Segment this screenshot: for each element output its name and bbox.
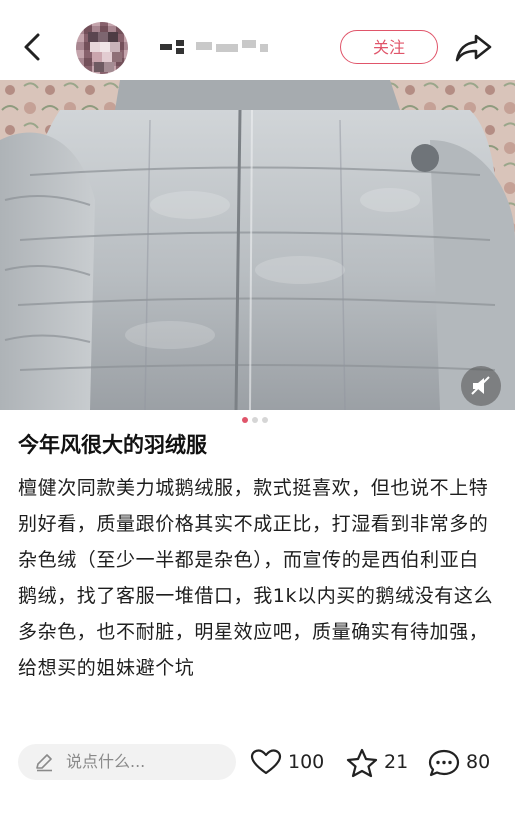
image-pager (0, 414, 515, 426)
avatar[interactable] (76, 22, 128, 74)
comment-input[interactable]: 说点什么... (18, 744, 236, 780)
mute-button[interactable] (461, 366, 501, 406)
username-blurred[interactable] (160, 38, 270, 56)
heart-icon (250, 749, 282, 775)
favorite-count: 21 (384, 751, 409, 773)
star-icon (346, 748, 378, 778)
follow-button[interactable]: 关注 (340, 30, 438, 64)
top-bar: 关注 (0, 0, 515, 80)
pager-dot (252, 417, 258, 423)
comment-bubble-icon (428, 749, 460, 777)
post-image[interactable] (0, 80, 515, 410)
post-title: 今年风很大的羽绒服 (18, 433, 207, 457)
share-icon[interactable] (454, 30, 494, 64)
like-button[interactable]: 100 (250, 744, 330, 780)
like-count: 100 (288, 751, 325, 773)
jacket-photo (0, 80, 515, 410)
post-body: 檀健次同款美力城鹅绒服，款式挺喜欢，但也说不上特别好看，质量跟价格其实不成正比，… (18, 477, 494, 679)
pager-dot-active (242, 417, 248, 423)
pager-dot (262, 417, 268, 423)
mute-icon (471, 376, 490, 395)
comment-button[interactable]: 80 (428, 744, 500, 780)
favorite-button[interactable]: 21 (346, 744, 416, 780)
back-arrow-icon[interactable] (16, 30, 50, 64)
comment-count: 80 (466, 751, 491, 773)
pen-icon (36, 754, 52, 772)
comment-placeholder: 说点什么... (66, 752, 146, 771)
